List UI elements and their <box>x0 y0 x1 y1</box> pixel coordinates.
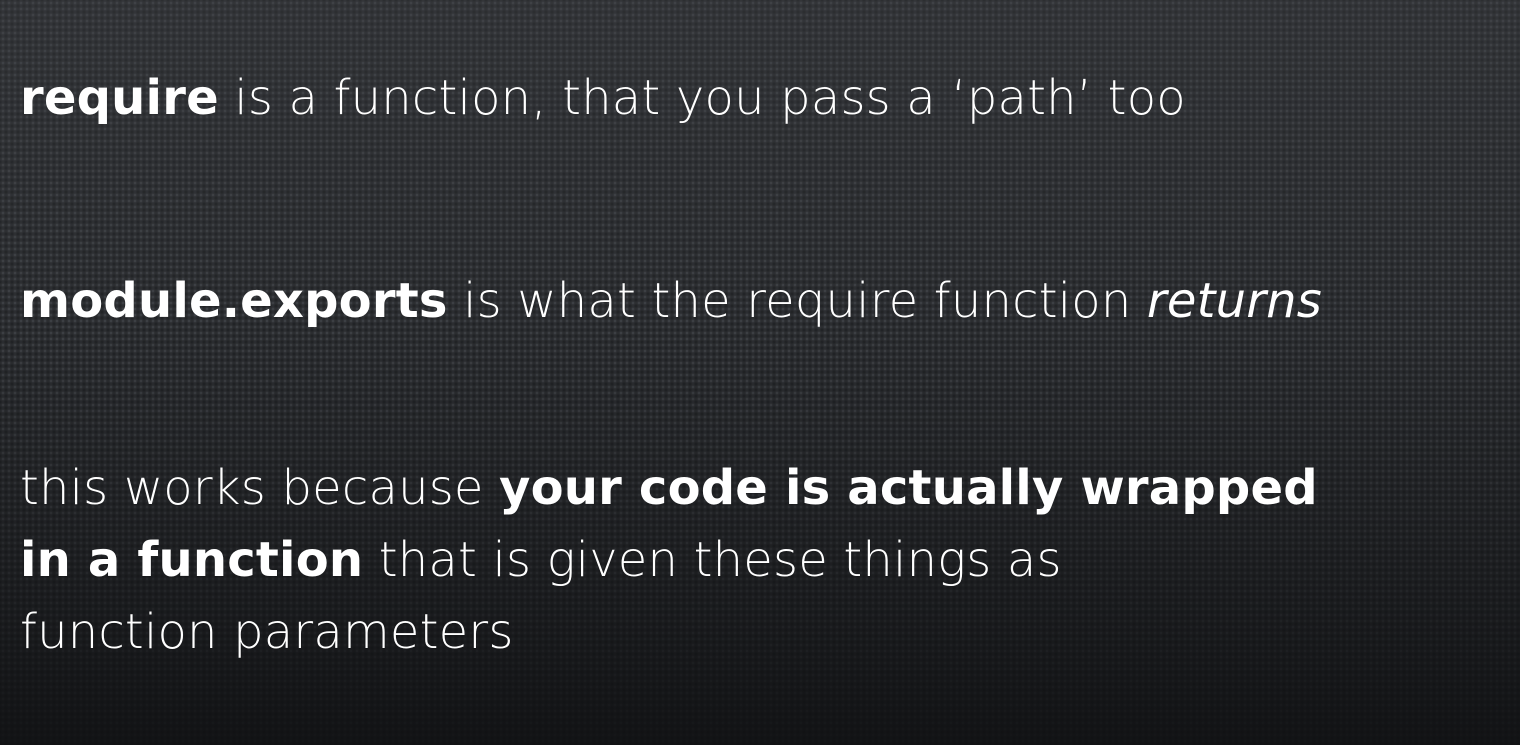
emphasis-in-a-function: in a function <box>20 532 364 588</box>
statement-wrapper-line-1: this works because your code is actually… <box>20 452 1318 524</box>
statement-module-exports: module.exports is what the require funct… <box>20 265 1322 337</box>
slide: require is a function, that you pass a ‘… <box>0 0 1520 745</box>
statement-require-text: is a function, that you pass a ‘path’ to… <box>218 70 1186 126</box>
statement-wrapper-text-3: function parameters <box>20 604 514 660</box>
statement-wrapper-text-1: this works because <box>20 460 500 516</box>
keyword-module-exports: module.exports <box>20 273 448 329</box>
emphasis-returns: returns <box>1146 273 1322 329</box>
statement-wrapper-line-3: function parameters <box>20 596 514 668</box>
keyword-require: require <box>20 70 219 126</box>
emphasis-wrapped-code: your code is actually wrapped <box>499 460 1318 516</box>
statement-wrapper-text-2: that is given these things as <box>363 532 1062 588</box>
statement-require: require is a function, that you pass a ‘… <box>20 62 1186 134</box>
statement-wrapper-line-2: in a function that is given these things… <box>20 524 1062 596</box>
statement-module-exports-text: is what the require function <box>447 273 1147 329</box>
